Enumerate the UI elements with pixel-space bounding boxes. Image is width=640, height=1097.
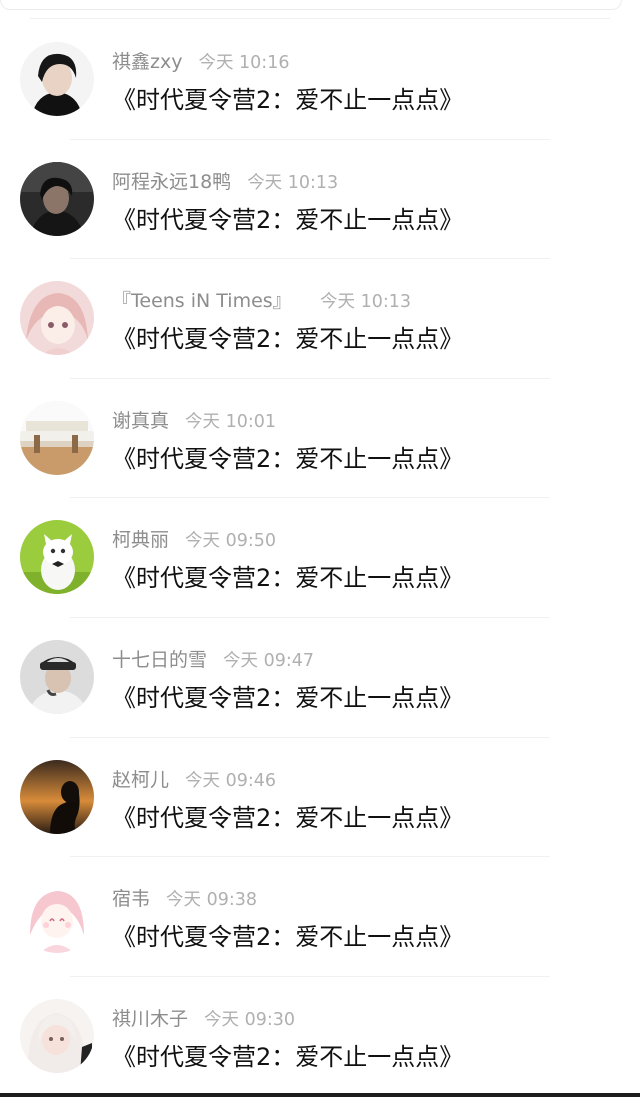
comment-meta: 谢真真 今天 10:01 xyxy=(112,408,276,434)
timestamp: 今天 09:38 xyxy=(166,890,258,911)
comment-item[interactable]: 祺川木子 今天 09:30 《时代夏令营2：爱不止一点点》 xyxy=(0,977,640,1097)
username[interactable]: 柯典丽 xyxy=(112,527,169,553)
comment-item[interactable]: 『Teens iN Times』 今天 10:13 《时代夏令营2：爱不止一点点》 xyxy=(0,259,640,379)
comment-item[interactable]: 祺鑫zxy 今天 10:16 《时代夏令营2：爱不止一点点》 xyxy=(0,20,640,140)
top-divider xyxy=(30,18,610,19)
comment-list: 祺鑫zxy 今天 10:16 《时代夏令营2：爱不止一点点》 阿程永远18鸭 今天 … xyxy=(0,20,640,1096)
previous-card-edge xyxy=(0,0,622,10)
timestamp: 今天 10:01 xyxy=(185,411,277,432)
comment-text: 《时代夏令营2：爱不止一点点》 xyxy=(112,683,464,712)
username[interactable]: 赵柯儿 xyxy=(112,767,169,793)
comment-item[interactable]: 阿程永远18鸭 今天 10:13 《时代夏令营2：爱不止一点点》 xyxy=(0,140,640,260)
comment-meta: 阿程永远18鸭 今天 10:13 xyxy=(112,169,338,195)
avatar[interactable] xyxy=(20,281,94,356)
timestamp: 今天 09:30 xyxy=(204,1009,296,1030)
comment-item[interactable]: 宿韦 今天 09:38 《时代夏令营2：爱不止一点点》 xyxy=(0,857,640,977)
avatar[interactable] xyxy=(20,879,94,954)
avatar[interactable] xyxy=(20,520,94,595)
comment-meta: 柯典丽 今天 09:50 xyxy=(112,527,276,553)
comment-text: 《时代夏令营2：爱不止一点点》 xyxy=(112,325,464,354)
comment-meta: 赵柯儿 今天 09:46 xyxy=(112,767,276,793)
comment-meta: 宿韦 今天 09:38 xyxy=(112,886,257,912)
comment-item[interactable]: 谢真真 今天 10:01 《时代夏令营2：爱不止一点点》 xyxy=(0,379,640,499)
comment-text: 《时代夏令营2：爱不止一点点》 xyxy=(112,923,464,952)
username[interactable]: 祺川木子 xyxy=(112,1006,188,1032)
timestamp: 今天 09:50 xyxy=(185,531,277,552)
timestamp: 今天 10:16 xyxy=(198,53,290,73)
comment-item[interactable]: 赵柯儿 今天 09:46 《时代夏令营2：爱不止一点点》 xyxy=(0,738,640,858)
avatar[interactable] xyxy=(20,400,94,475)
username[interactable]: 『Teens iN Times』 xyxy=(112,288,302,314)
timestamp: 今天 09:47 xyxy=(223,650,315,671)
comment-text: 《时代夏令营2：爱不止一点点》 xyxy=(112,86,464,114)
username[interactable]: 谢真真 xyxy=(112,408,169,434)
bottom-edge-bar xyxy=(0,1093,640,1097)
comment-text: 《时代夏令营2：爱不止一点点》 xyxy=(112,1042,464,1071)
comment-meta: 『Teens iN Times』 今天 10:13 xyxy=(112,288,411,314)
username[interactable]: 十七日的雪 xyxy=(112,647,207,673)
comment-text: 《时代夏令营2：爱不止一点点》 xyxy=(112,444,464,473)
avatar[interactable] xyxy=(20,639,94,714)
timestamp: 今天 10:13 xyxy=(247,172,339,193)
comment-meta: 祺川木子 今天 09:30 xyxy=(112,1006,295,1032)
comment-meta: 十七日的雪 今天 09:47 xyxy=(112,647,314,673)
username[interactable]: 阿程永远18鸭 xyxy=(112,169,231,195)
username[interactable]: 祺鑫zxy xyxy=(112,49,182,75)
comment-text: 《时代夏令营2：爱不止一点点》 xyxy=(112,803,464,832)
comment-text: 《时代夏令营2：爱不止一点点》 xyxy=(112,205,464,234)
username[interactable]: 宿韦 xyxy=(112,886,150,912)
comment-text: 《时代夏令营2：爱不止一点点》 xyxy=(112,564,464,593)
timestamp: 今天 09:46 xyxy=(185,770,277,791)
avatar[interactable] xyxy=(20,42,94,116)
timestamp: 今天 10:13 xyxy=(320,292,411,313)
comment-meta: 祺鑫zxy 今天 10:16 xyxy=(112,49,289,75)
comment-item[interactable]: 十七日的雪 今天 09:47 《时代夏令营2：爱不止一点点》 xyxy=(0,618,640,738)
avatar[interactable] xyxy=(20,161,94,236)
avatar[interactable] xyxy=(20,998,94,1073)
avatar[interactable] xyxy=(20,759,94,834)
comment-item[interactable]: 柯典丽 今天 09:50 《时代夏令营2：爱不止一点点》 xyxy=(0,498,640,618)
